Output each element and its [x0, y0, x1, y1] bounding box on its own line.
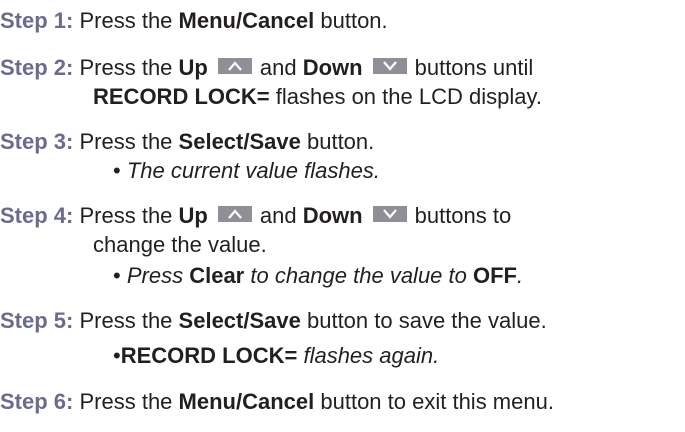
- note-text: Press: [126, 263, 184, 288]
- button-name: Select/Save: [178, 308, 301, 333]
- step-label: Step 3:: [0, 129, 74, 154]
- step-4-note: • Press Clear to change the value to OFF…: [113, 263, 523, 289]
- step-text: and: [259, 55, 297, 80]
- button-name: Menu/Cancel: [178, 389, 315, 414]
- step-text: button.: [320, 8, 388, 33]
- button-name: Up: [178, 203, 208, 228]
- step-text: flashes on the LCD display.: [275, 84, 542, 109]
- button-name: Down: [302, 55, 363, 80]
- bullet: •: [113, 263, 121, 288]
- step-label: Step 6:: [0, 389, 74, 414]
- step-text: button to exit this menu.: [320, 389, 554, 414]
- down-arrow-button-icon: [372, 58, 407, 74]
- display-message: RECORD LOCK=: [93, 84, 270, 109]
- step-text: button.: [306, 129, 375, 154]
- note-text: .: [517, 263, 524, 288]
- step-text: button to save the value.: [306, 308, 547, 333]
- step-1: Step 1: Press the Menu/Cancel button.: [0, 8, 388, 34]
- step-text: change the value.: [93, 232, 267, 257]
- step-text: Press the: [79, 55, 173, 80]
- step-2: Step 2: Press the Up and Down buttons unti…: [0, 55, 533, 81]
- step-label: Step 2:: [0, 55, 74, 80]
- step-label: Step 5:: [0, 308, 74, 333]
- up-arrow-button-icon: [217, 58, 252, 74]
- display-message: RECORD LOCK=: [120, 343, 298, 368]
- button-name: Up: [178, 55, 208, 80]
- note-text: The current value flashes.: [126, 158, 380, 183]
- button-name: Clear: [189, 263, 245, 288]
- step-4-continuation: change the value.: [93, 232, 267, 258]
- value-name: OFF: [473, 263, 517, 288]
- step-3-note: • The current value flashes.: [113, 158, 380, 184]
- step-text: Press the: [79, 8, 173, 33]
- bullet: •: [113, 158, 121, 183]
- button-name: Select/Save: [178, 129, 301, 154]
- step-5-note: •RECORD LOCK= flashes again.: [113, 343, 439, 369]
- step-text: Press the: [79, 129, 173, 154]
- note-text: to change the value to: [250, 263, 467, 288]
- step-text: buttons to: [414, 203, 512, 228]
- step-3: Step 3: Press the Select/Save button.: [0, 129, 374, 155]
- step-text: and: [259, 203, 297, 228]
- step-6: Step 6: Press the Menu/Cancel button to …: [0, 389, 554, 415]
- step-4: Step 4: Press the Up and Down buttons to: [0, 203, 511, 229]
- step-label: Step 1:: [0, 8, 74, 33]
- button-name: Down: [302, 203, 363, 228]
- step-text: Press the: [79, 308, 173, 333]
- down-arrow-button-icon: [372, 206, 407, 222]
- note-text: flashes again.: [303, 343, 440, 368]
- up-arrow-button-icon: [217, 206, 252, 222]
- step-5: Step 5: Press the Select/Save button to …: [0, 308, 547, 334]
- instructions-document: Step 1: Press the Menu/Cancel button. St…: [0, 0, 685, 432]
- step-text: buttons until: [414, 55, 534, 80]
- step-2-continuation: RECORD LOCK= flashes on the LCD display.: [93, 84, 542, 110]
- button-name: Menu/Cancel: [178, 8, 315, 33]
- step-text: Press the: [79, 389, 173, 414]
- bullet: •: [113, 343, 121, 368]
- step-text: Press the: [79, 203, 173, 228]
- step-label: Step 4:: [0, 203, 74, 228]
